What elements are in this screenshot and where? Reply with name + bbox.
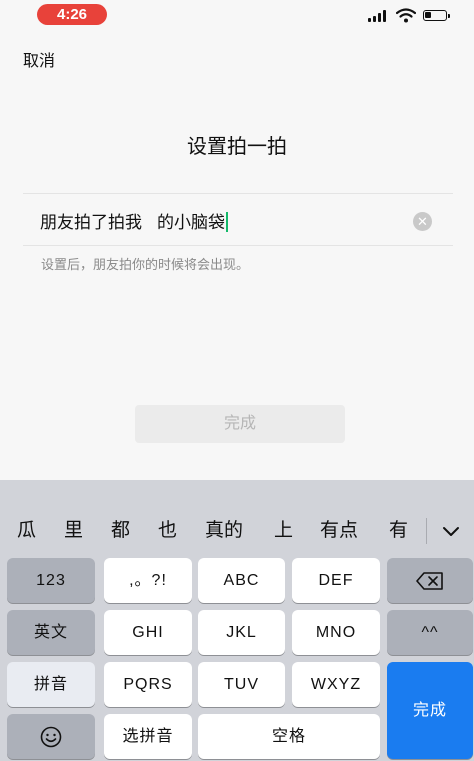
candidate-item[interactable]: 瓜: [17, 512, 36, 550]
key-mno[interactable]: MNO: [292, 610, 380, 655]
key-tuv[interactable]: TUV: [198, 662, 285, 707]
candidate-item[interactable]: 上: [274, 512, 293, 550]
keyboard: 瓜 里 都 也 真的 上 有点 有 123 ,。?! ABC DEF 英文 GH…: [0, 480, 474, 761]
status-bar: 4:26: [0, 0, 474, 32]
key-ghi[interactable]: GHI: [104, 610, 192, 655]
key-123[interactable]: 123: [7, 558, 95, 603]
status-time: 4:26: [37, 4, 107, 25]
candidate-item[interactable]: 真的: [205, 512, 243, 550]
emoji-icon: [40, 726, 62, 748]
key-jkl[interactable]: JKL: [198, 610, 285, 655]
backspace-key[interactable]: [387, 558, 473, 603]
cancel-button[interactable]: 取消: [23, 47, 55, 71]
candidate-item[interactable]: 有: [389, 512, 408, 550]
chevron-down-icon[interactable]: [436, 518, 466, 544]
keyboard-done-button[interactable]: 完成: [387, 662, 473, 759]
candidate-item[interactable]: 也: [158, 512, 177, 550]
candidate-bar: 瓜 里 都 也 真的 上 有点 有: [0, 512, 474, 550]
divider-bottom: [23, 245, 453, 246]
candidate-item[interactable]: 有点: [320, 512, 358, 550]
text-caret: [226, 212, 228, 232]
key-abc[interactable]: ABC: [198, 558, 285, 603]
battery-icon: [423, 10, 450, 21]
space-key[interactable]: 空格: [198, 714, 380, 759]
pat-suffix-input[interactable]: 的小脑袋: [157, 213, 225, 232]
key-def[interactable]: DEF: [292, 558, 380, 603]
pat-prefix-label: 朋友拍了拍我: [40, 213, 142, 232]
clear-icon[interactable]: ✕: [413, 212, 432, 231]
hint-text: 设置后，朋友拍你的时候将会出现。: [41, 257, 250, 272]
pat-text-field[interactable]: 朋友拍了拍我 的小脑袋: [40, 208, 228, 233]
candidate-separator: [426, 518, 427, 544]
key-english[interactable]: 英文: [7, 610, 95, 655]
key-emoticon[interactable]: ^^: [387, 610, 473, 655]
done-button[interactable]: 完成: [135, 405, 345, 443]
candidate-item[interactable]: 都: [111, 512, 130, 550]
key-wxyz[interactable]: WXYZ: [292, 662, 380, 707]
key-pinyin[interactable]: 拼音: [7, 662, 95, 707]
key-pqrs[interactable]: PQRS: [104, 662, 192, 707]
backspace-icon: [416, 571, 443, 590]
divider-top: [23, 193, 453, 194]
key-select-pinyin[interactable]: 选拼音: [104, 714, 192, 759]
emoji-key[interactable]: [7, 714, 95, 759]
key-punctuation[interactable]: ,。?!: [104, 558, 192, 603]
signal-icon: [368, 10, 388, 22]
page-title: 设置拍一拍: [187, 136, 287, 158]
wifi-icon: [396, 8, 416, 23]
candidate-item[interactable]: 里: [64, 512, 83, 550]
